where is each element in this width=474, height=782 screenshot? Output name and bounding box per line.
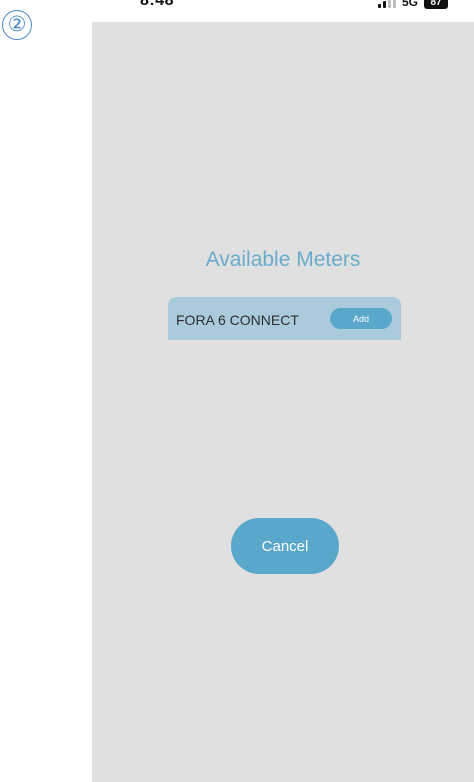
network-label: 5G bbox=[401, 0, 418, 9]
status-indicators: 5G 87 bbox=[377, 0, 448, 9]
app-screen: Available Meters FORA 6 CONNECT Add Canc… bbox=[92, 22, 474, 782]
add-meter-button[interactable]: Add bbox=[330, 308, 392, 329]
status-bar: 8:48 5G 87 bbox=[92, 0, 474, 22]
meter-name: FORA 6 CONNECT bbox=[176, 312, 299, 328]
signal-icon bbox=[377, 0, 396, 8]
battery-icon: 87 bbox=[424, 0, 448, 9]
cancel-button[interactable]: Cancel bbox=[231, 518, 339, 574]
step-marker: ② bbox=[2, 10, 32, 40]
status-time: 8:48 bbox=[140, 0, 175, 9]
page-title: Available Meters bbox=[205, 248, 361, 271]
meter-list-item: FORA 6 CONNECT Add bbox=[168, 297, 401, 340]
page: ② 8:48 5G 87 Available Meters FORA 6 CON… bbox=[0, 0, 474, 782]
